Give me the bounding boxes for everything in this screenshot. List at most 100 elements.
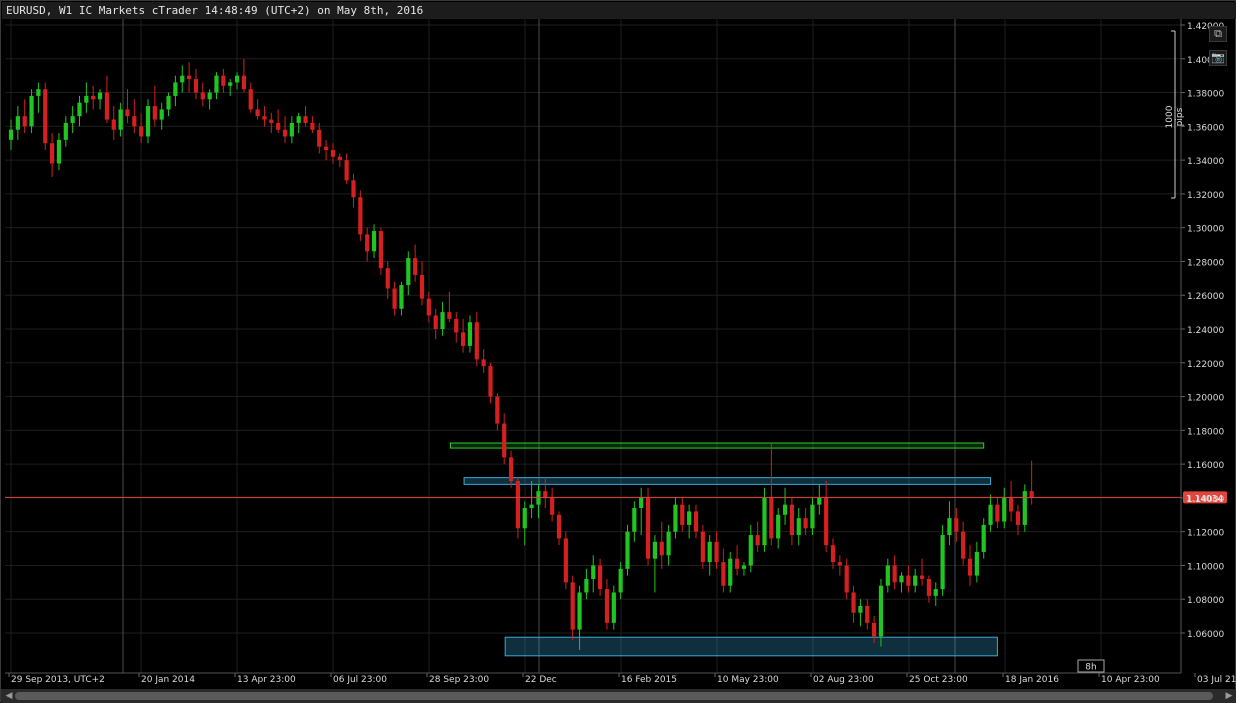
candle-body (591, 565, 596, 579)
candle-body (426, 298, 431, 316)
candle-body (15, 116, 20, 130)
candle-body (618, 568, 623, 593)
candle-body (536, 491, 541, 505)
candle-body (885, 565, 890, 586)
price-tick-label: 1.16000 (1187, 461, 1224, 471)
scroll-thumb[interactable] (15, 692, 1213, 700)
candle-body (36, 89, 41, 96)
candle-body (563, 538, 568, 583)
zone-rectangle-blue[interactable] (504, 636, 998, 657)
candle-body (406, 258, 411, 286)
candle-body (967, 558, 973, 576)
candle-body (139, 126, 144, 137)
candle-body (1022, 491, 1027, 525)
candle-body (550, 497, 555, 515)
candle-body (933, 589, 938, 596)
scroll-right-icon[interactable]: ▶ (1223, 690, 1235, 702)
candle-body (556, 514, 562, 539)
candle-body (234, 75, 240, 83)
candle-body (159, 109, 164, 120)
candle-body (385, 268, 390, 289)
time-tick-label: 03 Jul 21:52 (1197, 675, 1236, 685)
zone-rectangle-blue[interactable] (463, 477, 992, 485)
candle-body (824, 497, 829, 546)
candle-body (351, 180, 356, 198)
candle-body (577, 592, 582, 630)
candle-body (63, 122, 68, 140)
candle-body (152, 106, 157, 120)
candle-body (104, 92, 109, 120)
candle-body (858, 605, 863, 613)
candle-body (611, 592, 616, 623)
candle-body (495, 396, 500, 424)
candle-body (522, 508, 527, 529)
candle-body (817, 497, 822, 505)
zone-rectangle-green[interactable] (449, 442, 985, 449)
scroll-left-icon[interactable]: ◀ (3, 690, 15, 702)
candle-body (707, 541, 712, 563)
candle-body (851, 592, 856, 613)
candle-body (358, 197, 363, 235)
candle-body (200, 92, 205, 100)
candle-body (604, 589, 610, 623)
candle-body (276, 122, 281, 130)
candle-body (228, 82, 233, 86)
candle-body (666, 531, 671, 556)
price-tick-label: 1.08000 (1187, 596, 1224, 606)
popout-icon[interactable]: ⧉ (1209, 26, 1227, 42)
candle-body (269, 119, 274, 123)
candle-body (878, 585, 884, 637)
candle-body (43, 89, 48, 144)
chart-canvas[interactable]: 1.14034 1.420001.400001.380001.360001.34… (1, 1, 1236, 703)
camera-icon[interactable]: 📷 (1209, 50, 1227, 66)
candle-body (837, 562, 842, 566)
price-tick-label: 1.26000 (1187, 292, 1224, 302)
candle-body (940, 535, 945, 590)
horizontal-scrollbar[interactable]: ◀ ▶ (1, 689, 1236, 703)
time-tick-label: 22 Dec (525, 675, 557, 685)
candle-body (981, 524, 986, 552)
candle-body (378, 231, 383, 269)
candle-body (303, 116, 308, 123)
candle-body (741, 565, 747, 569)
candle-body (399, 285, 404, 309)
candle-body (97, 92, 103, 100)
candle-body (673, 504, 678, 532)
candle-body (413, 258, 418, 275)
candle-body (810, 504, 815, 529)
candle-body (187, 75, 192, 80)
price-axis[interactable]: 1.420001.400001.380001.360001.340001.320… (1180, 19, 1224, 673)
time-tick-label: 28 Sep 23:00 (429, 675, 489, 685)
candle-body (317, 129, 322, 147)
candle-body (310, 122, 315, 130)
price-tick-label: 1.30000 (1187, 225, 1224, 235)
time-tick-label: 10 May 23:00 (717, 675, 779, 685)
candle-body (440, 312, 445, 329)
candle-body (700, 531, 705, 563)
candle-body (193, 79, 199, 93)
candle-body (947, 518, 952, 536)
candle-body (344, 160, 349, 181)
candle-body (645, 497, 651, 559)
candle-body (255, 109, 260, 117)
candle-body (454, 318, 459, 333)
price-tick-label: 1.34000 (1187, 157, 1224, 167)
candle-body (735, 558, 740, 569)
candle-body (974, 551, 979, 576)
candle-body (132, 116, 137, 127)
candle-body (529, 504, 534, 509)
candle-body (29, 95, 34, 127)
candle-body (906, 575, 911, 586)
pips-scale-label: 1000 pips (1165, 105, 1185, 129)
candle-body (324, 146, 329, 150)
candle-body (721, 562, 726, 586)
candle-body (995, 504, 1000, 522)
candle-body (180, 75, 185, 83)
candle-body (954, 518, 959, 532)
candle-body (625, 531, 630, 569)
candle-body (803, 518, 808, 529)
candle-body (337, 156, 342, 161)
candle-body (755, 535, 760, 546)
candle-body (961, 531, 966, 559)
candle-body (419, 274, 425, 299)
